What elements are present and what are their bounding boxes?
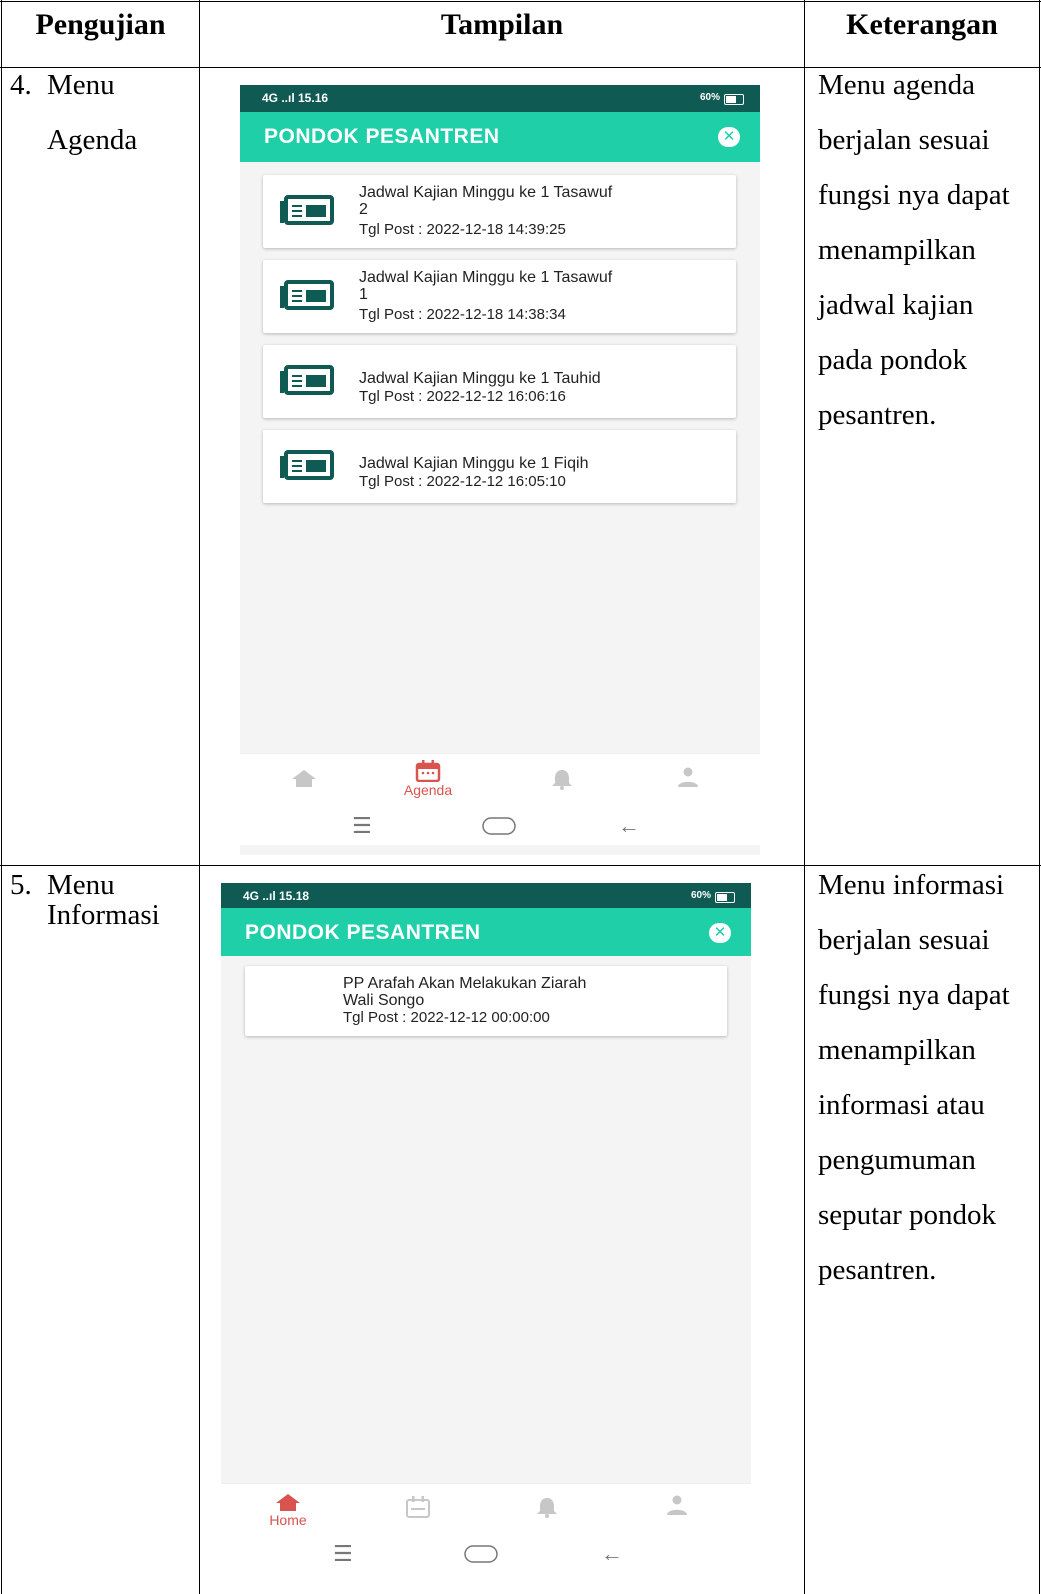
menu-icon[interactable]: ☰ [333, 1541, 353, 1567]
table-border-col2 [804, 0, 805, 1594]
row5-description: Menu informasi berjalan sesuai fungsi ny… [818, 858, 1038, 1298]
close-circle-icon[interactable]: ✕ [709, 923, 731, 943]
row4-test-line2: Agenda [47, 124, 138, 156]
nav-agenda[interactable]: Agenda [398, 760, 458, 798]
row5-number: 5. [10, 869, 32, 901]
row4-desc-line: fungsi nya dapat [818, 179, 1010, 211]
user-icon [678, 767, 698, 787]
phone-screenshot-informasi: 4G ..ıl 15.18 60% PONDOK PESANTREN ✕ PP … [221, 883, 751, 1594]
card-title-line1: Jadwal Kajian Minggu ke 1 Tasawuf [359, 269, 613, 286]
nav-agenda[interactable] [388, 1496, 448, 1518]
nav-home[interactable]: Home [258, 1492, 318, 1528]
home-circle-icon[interactable] [464, 1545, 498, 1563]
home-circle-icon[interactable] [482, 817, 516, 835]
calendar-icon [406, 1496, 430, 1518]
system-nav-bar: ☰ ← [221, 1533, 751, 1594]
card-post-date: Tgl Post : 2022-12-18 14:38:34 [359, 306, 566, 323]
status-battery-percent: 60% [690, 890, 711, 901]
status-bar: 4G ..ıl 15.18 60% [221, 883, 751, 908]
system-nav-bar: ☰ ← [240, 805, 760, 845]
user-icon [667, 1495, 687, 1515]
row4-test-line1: Menu [47, 69, 115, 101]
bottom-nav: Home [221, 1483, 751, 1534]
table-border-top [0, 1, 1041, 2]
row5-desc-line: informasi atau [818, 1089, 985, 1121]
row4-desc-line: jadwal kajian [818, 289, 974, 321]
card-title-line1: PP Arafah Akan Melakukan Ziarah [343, 975, 587, 992]
list-item[interactable]: Jadwal Kajian Minggu ke 1 Tauhid Tgl Pos… [263, 345, 736, 418]
home-icon [292, 770, 316, 787]
row4-desc-line: pesantren. [818, 399, 937, 431]
status-battery-percent: 60% [699, 92, 720, 103]
app-title: PONDOK PESANTREN [264, 125, 500, 148]
status-signal-time: 4G ..ıl 15.18 [243, 889, 310, 903]
card-post-date: Tgl Post : 2022-12-12 16:06:16 [359, 388, 566, 405]
card-title: Jadwal Kajian Minggu ke 1 Tasawuf 1 [359, 269, 612, 303]
battery-icon [715, 892, 735, 903]
nav-notifications[interactable] [517, 1496, 577, 1518]
table-border-left [1, 0, 2, 1594]
row5-desc-line: pengumuman [818, 1144, 976, 1176]
app-bar: PONDOK PESANTREN ✕ [221, 908, 751, 956]
home-icon [276, 1494, 300, 1511]
newspaper-icon [280, 450, 334, 480]
card-post-date: Tgl Post : 2022-12-12 16:05:10 [359, 473, 566, 490]
bell-icon [537, 1498, 557, 1518]
header-pengujian: Pengujian [35, 8, 166, 41]
table-border-right [1039, 0, 1040, 1594]
back-arrow-icon[interactable]: ← [618, 813, 640, 839]
nav-active-label: Home [269, 1512, 307, 1528]
card-post-date: Tgl Post : 2022-12-18 14:39:25 [359, 221, 566, 238]
list-item[interactable]: Jadwal Kajian Minggu ke 1 Tasawuf 1 Tgl P… [263, 260, 736, 333]
row4-desc-line: berjalan sesuai [818, 124, 990, 156]
row4-desc-line: menampilkan [818, 234, 976, 266]
row5-desc-line: Menu informasi [818, 869, 1005, 901]
card-title-line2: Wali Songo [343, 992, 425, 1009]
row5-desc-line: seputar pondok [818, 1199, 996, 1231]
card-title-line2: 1 [359, 286, 368, 303]
table-border-col1 [199, 0, 200, 1594]
nav-notifications[interactable] [532, 768, 592, 790]
card-title-line2: 2 [359, 201, 368, 218]
newspaper-icon [280, 195, 334, 225]
nav-profile[interactable] [647, 1494, 707, 1516]
bell-icon [552, 770, 572, 790]
bottom-nav: Agenda [240, 753, 760, 806]
card-title: Jadwal Kajian Minggu ke 1 Tasawuf 2 [359, 184, 612, 218]
row4-number: 4. [10, 69, 32, 101]
newspaper-icon [280, 365, 334, 395]
nav-home[interactable] [274, 768, 334, 788]
list-item[interactable]: PP Arafah Akan Melakukan Ziarah Wali Song… [245, 966, 727, 1036]
phone-screenshot-agenda: 4G ..ıl 15.16 60% PONDOK PESANTREN ✕ Jad… [240, 85, 760, 855]
row4-description: Menu agenda berjalan sesuai fungsi nya d… [818, 58, 1038, 443]
menu-icon[interactable]: ☰ [352, 813, 372, 839]
card-title-line1: Jadwal Kajian Minggu ke 1 Tasawuf [359, 184, 613, 201]
newspaper-icon [280, 280, 334, 310]
app-title: PONDOK PESANTREN [245, 921, 481, 944]
card-title: PP Arafah Akan Melakukan Ziarah Wali Song… [343, 975, 586, 1009]
battery-icon [724, 94, 744, 105]
card-title: Jadwal Kajian Minggu ke 1 Tauhid [359, 370, 601, 387]
list-item[interactable]: Jadwal Kajian Minggu ke 1 Fiqih Tgl Post… [263, 430, 736, 503]
row5-desc-line: fungsi nya dapat [818, 979, 1010, 1011]
row5-desc-line: berjalan sesuai [818, 924, 990, 956]
card-post-date: Tgl Post : 2022-12-12 00:00:00 [343, 1009, 550, 1026]
card-title: Jadwal Kajian Minggu ke 1 Fiqih [359, 455, 589, 472]
row4-desc-line: pada pondok [818, 344, 967, 376]
app-bar: PONDOK PESANTREN ✕ [240, 112, 760, 162]
row5-desc-line: menampilkan [818, 1034, 976, 1066]
header-tampilan: Tampilan [440, 8, 564, 41]
status-bar: 4G ..ıl 15.16 60% [240, 85, 760, 112]
list-item[interactable]: Jadwal Kajian Minggu ke 1 Tasawuf 2 Tgl P… [263, 175, 736, 248]
status-signal-time: 4G ..ıl 15.16 [262, 91, 329, 105]
calendar-icon [415, 760, 441, 782]
header-keterangan: Keterangan [846, 8, 998, 41]
nav-profile[interactable] [658, 766, 718, 788]
row5-desc-line: pesantren. [818, 1254, 937, 1286]
row4-desc-line: Menu agenda [818, 69, 976, 101]
row5-test-line2: Informasi [47, 899, 160, 931]
back-arrow-icon[interactable]: ← [601, 1541, 623, 1567]
close-circle-icon[interactable]: ✕ [718, 127, 740, 147]
nav-active-label: Agenda [403, 782, 453, 798]
